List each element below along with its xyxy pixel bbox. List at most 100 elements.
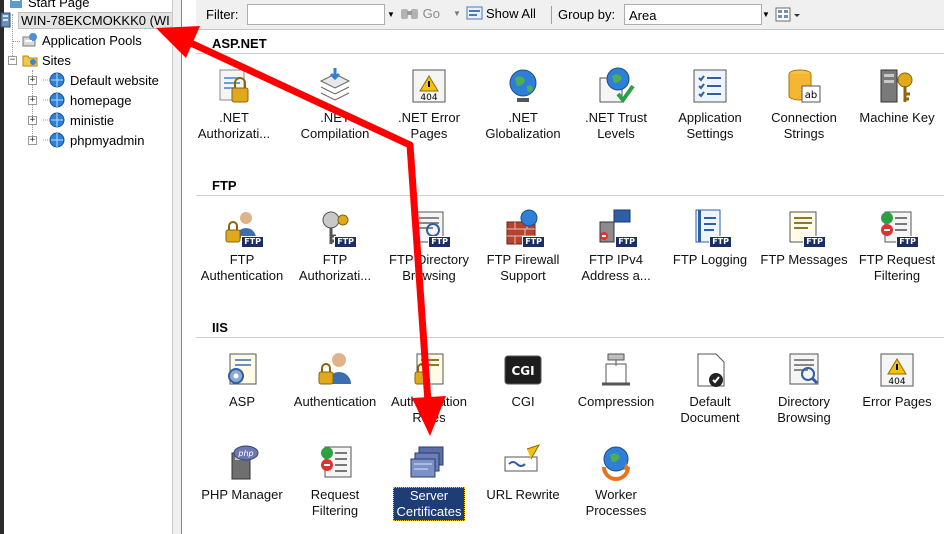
feature-label: Levels xyxy=(597,126,635,141)
feature-ftp-firewall-support[interactable]: FTP FTP Firewall Support xyxy=(475,208,571,284)
feature-request-filtering[interactable]: Request Filtering xyxy=(287,443,383,519)
url-rewrite-icon xyxy=(503,443,543,483)
feature-compression[interactable]: Compression xyxy=(568,350,664,410)
feature-label: Certificates xyxy=(396,504,462,519)
default-document-icon xyxy=(690,350,730,390)
go-button[interactable]: Go xyxy=(400,6,440,21)
feature-authentication[interactable]: Authentication xyxy=(287,350,383,410)
net-compilation-icon xyxy=(315,66,355,106)
view-mode-button[interactable] xyxy=(775,6,801,24)
feature-ftp-authorization[interactable]: FTP FTP Authorizati... xyxy=(287,208,383,284)
tree-item-label: Default website xyxy=(70,73,159,88)
group-by-select[interactable]: Area xyxy=(624,4,762,25)
feature-label: FTP Request xyxy=(858,252,936,267)
feature-net-compilation[interactable]: .NET Compilation xyxy=(287,66,383,142)
feature-net-error-pages[interactable]: 404 .NET Error Pages xyxy=(381,66,477,142)
feature-url-rewrite[interactable]: URL Rewrite xyxy=(475,443,571,503)
authentication-icon xyxy=(315,350,355,390)
section-title-iis: IIS xyxy=(212,320,228,335)
feature-label: Authorization xyxy=(391,394,467,409)
feature-cgi[interactable]: CGI CGI xyxy=(475,350,571,410)
tree-item-phpmyadmin[interactable]: phpmyadmin xyxy=(42,131,144,151)
section-divider xyxy=(196,53,944,54)
feature-label: Filtering xyxy=(311,503,359,518)
feature-ftp-ipv4-address[interactable]: FTP FTP IPv4 Address a... xyxy=(568,208,664,284)
section-title-aspnet: ASP.NET xyxy=(212,36,267,51)
expander-ministie[interactable]: + xyxy=(28,116,37,125)
section-divider xyxy=(196,337,944,338)
tree-item-label: phpmyadmin xyxy=(70,133,145,148)
tree-item-label: Application Pools xyxy=(42,33,142,48)
tree-item-label: WIN-78EKCMOKKK0 (WI xyxy=(18,12,172,29)
feature-asp[interactable]: ASP xyxy=(194,350,290,410)
feature-net-authorization[interactable]: .NET Authorizati... xyxy=(186,66,282,142)
pane-splitter[interactable] xyxy=(172,0,182,534)
tree-item-sites[interactable]: Sites xyxy=(22,51,71,71)
ftp-firewall-icon: FTP xyxy=(503,208,545,248)
feature-authorization-rules[interactable]: Authorization Rules xyxy=(381,350,477,426)
svg-text:ab: ab xyxy=(805,90,817,101)
connections-tree: Start Page WIN-78EKCMOKKK0 (WI Applicati… xyxy=(0,0,172,534)
expander-phpmyadmin[interactable]: + xyxy=(28,136,37,145)
error-badge: 404 xyxy=(888,377,905,387)
globe-icon xyxy=(42,112,66,128)
section-title-ftp: FTP xyxy=(212,178,237,193)
feature-ftp-request-filtering[interactable]: FTP FTP Request Filtering xyxy=(849,208,944,284)
show-all-button[interactable]: Show All xyxy=(466,6,536,21)
asp-icon xyxy=(222,350,262,390)
feature-label: Filtering xyxy=(873,268,921,283)
feature-server-certificates[interactable]: Server Certificates xyxy=(381,443,477,521)
filter-input[interactable] xyxy=(247,4,385,25)
connection-strings-icon: ab xyxy=(784,66,824,106)
feature-label: Application xyxy=(678,110,742,125)
cgi-badge: CGI xyxy=(511,364,534,378)
tree-item-label: Start Page xyxy=(28,0,90,10)
feature-default-document[interactable]: Default Document xyxy=(662,350,758,426)
tree-item-server[interactable]: WIN-78EKCMOKKK0 (WI xyxy=(0,11,172,31)
feature-label: FTP Logging xyxy=(672,252,748,267)
feature-label: FTP xyxy=(322,252,348,267)
server-icon xyxy=(0,12,12,28)
expander-homepage[interactable]: + xyxy=(28,96,37,105)
feature-net-trust-levels[interactable]: .NET Trust Levels xyxy=(568,66,664,142)
feature-label: Server xyxy=(409,488,449,503)
feature-ftp-authentication[interactable]: FTP FTP Authentication xyxy=(194,208,290,284)
ftp-badge: FTP xyxy=(334,236,357,248)
tree-item-application-pools[interactable]: Application Pools xyxy=(22,31,142,51)
filter-label: Filter: xyxy=(206,7,239,22)
ftp-authentication-icon: FTP xyxy=(222,208,264,248)
feature-application-settings[interactable]: Application Settings xyxy=(662,66,758,142)
feature-ftp-logging[interactable]: FTP FTP Logging xyxy=(662,208,758,268)
feature-connection-strings[interactable]: ab Connection Strings xyxy=(756,66,852,142)
expander-sites[interactable]: − xyxy=(8,56,17,65)
group-by-dropdown-arrow[interactable]: ▼ xyxy=(760,4,772,25)
feature-label: Browsing xyxy=(402,268,456,283)
feature-ftp-messages[interactable]: FTP FTP Messages xyxy=(756,208,852,268)
go-dropdown-arrow[interactable]: ▼ xyxy=(453,5,461,23)
feature-label: .NET Trust xyxy=(585,110,647,125)
tree-item-ministie[interactable]: ministie xyxy=(42,111,114,131)
feature-label: Default xyxy=(689,394,731,409)
net-error-pages-icon: 404 xyxy=(409,66,449,106)
cgi-icon: CGI xyxy=(503,350,543,390)
feature-label: Strings xyxy=(783,126,825,141)
expander-default-website[interactable]: + xyxy=(28,76,37,85)
feature-net-globalization[interactable]: .NET Globalization xyxy=(475,66,571,142)
tree-item-homepage[interactable]: homepage xyxy=(42,91,131,111)
feature-label: .NET xyxy=(508,110,538,125)
net-authorization-icon xyxy=(214,66,254,106)
feature-php-manager[interactable]: php PHP Manager xyxy=(194,443,290,503)
feature-label: Globalization xyxy=(485,126,561,141)
filter-dropdown-arrow[interactable]: ▼ xyxy=(385,4,397,25)
feature-machine-key[interactable]: Machine Key xyxy=(849,66,944,126)
feature-label: Compression xyxy=(577,394,655,409)
feature-worker-processes[interactable]: Worker Processes xyxy=(568,443,664,519)
ftp-badge: FTP xyxy=(522,236,545,248)
feature-ftp-directory-browsing[interactable]: FTP FTP Directory Browsing xyxy=(381,208,477,284)
feature-label: Document xyxy=(680,410,740,425)
feature-directory-browsing[interactable]: Directory Browsing xyxy=(756,350,852,426)
server-certificates-icon xyxy=(409,443,449,483)
tree-item-default-website[interactable]: Default website xyxy=(42,71,159,91)
feature-label: Settings xyxy=(686,126,734,141)
feature-error-pages[interactable]: 404 Error Pages xyxy=(849,350,944,410)
